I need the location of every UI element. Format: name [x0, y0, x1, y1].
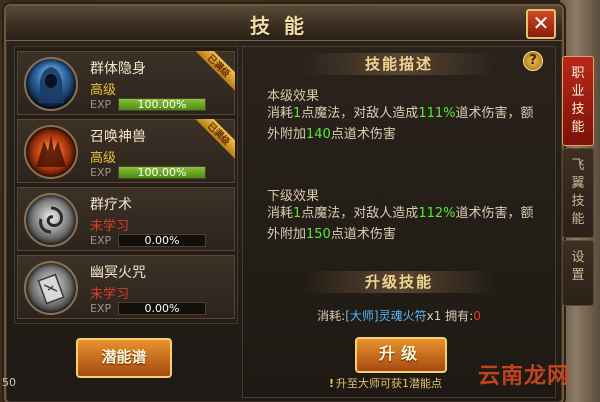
upgrade-hint: ! 升至大师可获1潜能点 [329, 377, 443, 390]
next-level-effect: 消耗1点魔法，对敌人造成112%道术伤害，额外附加150点道术伤害 [267, 206, 534, 242]
upgrade-header: 升级技能 [303, 271, 495, 293]
tab-wing-skills[interactable]: 飞翼技能 [562, 148, 594, 238]
cost-item-link[interactable]: [大师]灵魂火符 [345, 309, 426, 323]
title-bar: 技能 ✕ [6, 6, 562, 41]
summon-beast-icon [24, 125, 78, 179]
potential-chart-button[interactable]: 潜能谱 [76, 338, 172, 378]
watermark: 云南龙网 [477, 364, 570, 389]
skill-name: 召唤神兽 [90, 129, 146, 145]
skill-window: 技能 ✕ 群体隐身 高级 EXP 100.00% 已满级 召唤神兽 高级 EXP… [4, 4, 564, 402]
exp-bar: 0.00% [118, 302, 206, 315]
hooded-mage-icon [24, 57, 78, 111]
skill-level: 高级 [90, 151, 117, 166]
description-header: 技能描述 [303, 53, 495, 75]
skill-item-幽冥火咒[interactable]: 幽冥火咒 未学习 EXP 0.00% [17, 255, 235, 319]
exp-percent: 0.00% [144, 302, 180, 315]
current-level-title: 本级效果 [267, 89, 320, 104]
skill-level: 高级 [90, 83, 117, 98]
skill-description-panel: 技能描述 ? 本级效果 消耗1点魔法，对敌人造成111%道术伤害，额外附加140… [242, 46, 556, 398]
exp-label: EXP [90, 166, 112, 179]
maxed-badge: 已满级 [193, 119, 235, 161]
skill-name: 群体隐身 [90, 61, 146, 77]
window-title: 技能 [250, 14, 318, 38]
skill-item-群体隐身[interactable]: 群体隐身 高级 EXP 100.00% 已满级 [17, 51, 235, 115]
maxed-badge: 已满级 [193, 51, 235, 93]
exp-bar: 0.00% [118, 234, 206, 247]
game-scene: 技能 ✕ 群体隐身 高级 EXP 100.00% 已满级 召唤神兽 高级 EXP… [0, 0, 600, 402]
close-button[interactable]: ✕ [526, 9, 556, 39]
next-level-title: 下级效果 [267, 189, 320, 204]
tab-class-skills[interactable]: 职业技能 [562, 56, 594, 146]
skill-item-召唤神兽[interactable]: 召唤神兽 高级 EXP 100.00% 已满级 [17, 119, 235, 183]
swirl-heal-icon [24, 193, 78, 247]
corner-number: 50 [2, 376, 16, 389]
skill-name: 群疗术 [90, 197, 132, 213]
exp-percent: 100.00% [137, 98, 187, 111]
talisman-icon [24, 261, 78, 315]
exp-percent: 0.00% [144, 234, 180, 247]
help-icon[interactable]: ? [523, 51, 543, 71]
exp-bar: 100.00% [118, 98, 206, 111]
exp-label: EXP [90, 302, 112, 315]
skill-name: 幽冥火咒 [90, 265, 146, 281]
upgrade-button[interactable]: 升级 [355, 337, 447, 373]
warning-icon: ! [329, 377, 335, 390]
exp-label: EXP [90, 234, 112, 247]
upgrade-cost: 消耗:[大师]灵魂火符x1 拥有:0 [317, 309, 481, 323]
tab-settings[interactable]: 设置 [562, 240, 594, 306]
owned-count: 0 [473, 309, 481, 323]
skill-list[interactable]: 群体隐身 高级 EXP 100.00% 已满级 召唤神兽 高级 EXP 100.… [14, 46, 238, 324]
exp-label: EXP [90, 98, 112, 111]
skill-level: 未学习 [90, 287, 130, 302]
exp-percent: 100.00% [137, 166, 187, 179]
exp-bar: 100.00% [118, 166, 206, 179]
skill-level: 未学习 [90, 219, 130, 234]
current-level-effect: 消耗1点魔法，对敌人造成111%道术伤害，额外附加140点道术伤害 [267, 106, 534, 142]
skill-item-群疗术[interactable]: 群疗术 未学习 EXP 0.00% [17, 187, 235, 251]
